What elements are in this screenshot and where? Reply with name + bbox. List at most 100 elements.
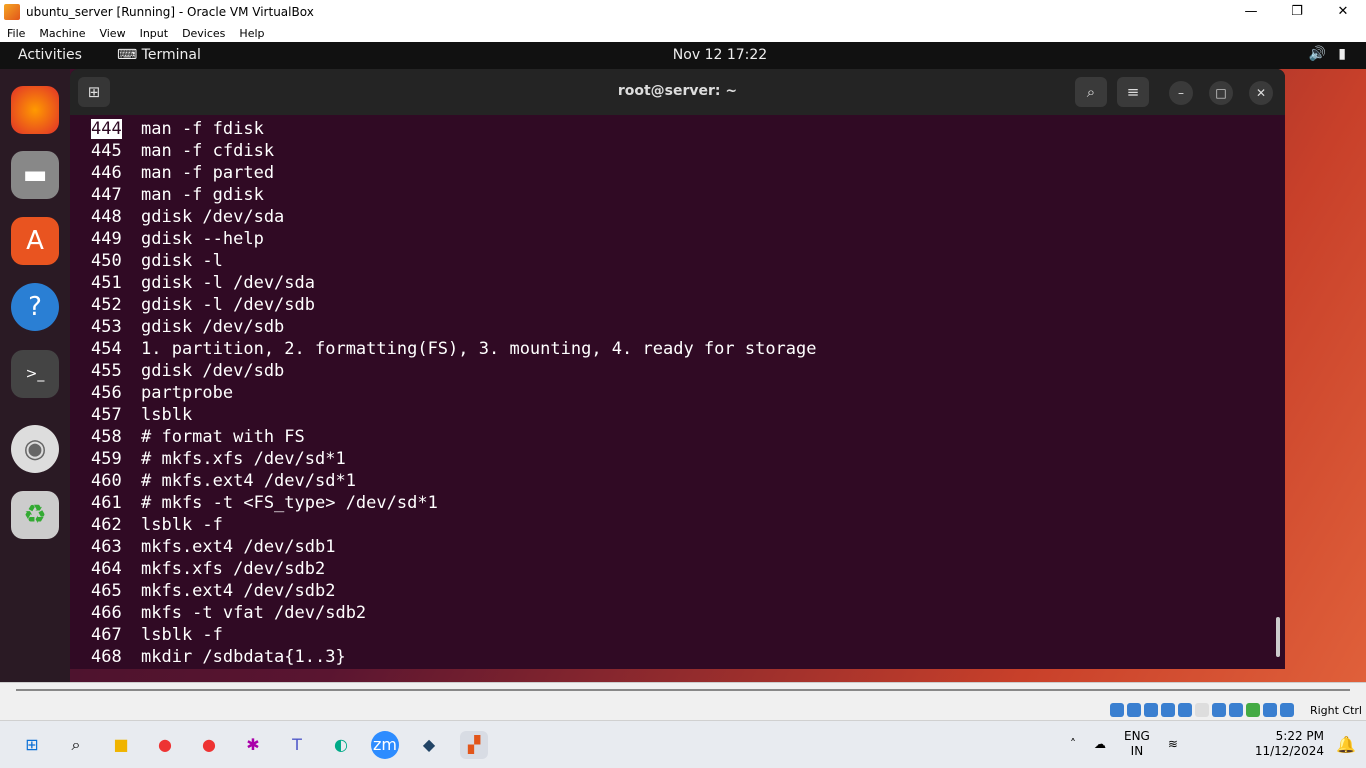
menu-input[interactable]: Input [133, 27, 175, 40]
chrome-profile-icon[interactable]: ● [195, 731, 223, 759]
scrollbar[interactable] [1276, 617, 1280, 657]
history-line: 455 gdisk /dev/sdb [91, 360, 1285, 382]
windows-taskbar: ⊞ ⌕ ■ ● ● ✱ T ◐ zm ◆ ▞ ˄ ☁ ENG IN ≋ 5:22 … [0, 720, 1366, 768]
menu-help[interactable]: Help [232, 27, 271, 40]
virtualbox-manager-icon[interactable]: ◆ [415, 731, 443, 759]
disc-icon[interactable]: ◉ [11, 425, 59, 473]
notification-icon[interactable]: 🔔 [1332, 731, 1360, 759]
line-number-text: 458 [91, 427, 122, 447]
line-number-text: 453 [91, 317, 122, 337]
line-number-text: 467 [91, 625, 122, 645]
line-number: 453 [91, 316, 141, 338]
command-text: gdisk /dev/sdb [141, 361, 285, 381]
command-text: gdisk -l [141, 251, 223, 271]
line-number-text: 464 [91, 559, 122, 579]
chrome-icon[interactable]: ● [151, 731, 179, 759]
line-number: 451 [91, 272, 141, 294]
history-line: 460 # mkfs.ext4 /dev/sd*1 [91, 470, 1285, 492]
trash-icon[interactable]: ♻ [11, 491, 59, 539]
line-number: 461 [91, 492, 141, 514]
history-line: 462 lsblk -f [91, 514, 1285, 536]
dock: ▬ A ? >_ ◉ ♻ [0, 69, 70, 682]
line-number-text: 462 [91, 515, 122, 535]
host-key-label: Right Ctrl [1309, 704, 1362, 717]
command-text: gdisk -l /dev/sda [141, 273, 315, 293]
history-line: 453 gdisk /dev/sdb [91, 316, 1285, 338]
maximize-button[interactable]: ❐ [1274, 0, 1320, 24]
command-text: lsblk -f [141, 515, 223, 535]
line-number-text: 447 [91, 185, 122, 205]
menu-file[interactable]: File [0, 27, 32, 40]
history-line: 448 gdisk /dev/sda [91, 206, 1285, 228]
wifi-icon[interactable]: ≋ [1168, 737, 1178, 751]
hamburger-menu-icon[interactable]: ≡ [1117, 77, 1149, 107]
clock[interactable]: Nov 12 17:22 [0, 47, 1366, 63]
language-indicator[interactable]: ENG IN [1124, 729, 1150, 759]
terminal-icon[interactable]: >_ [11, 350, 59, 398]
history-line: 466 mkfs -t vfat /dev/sdb2 [91, 602, 1285, 624]
search-icon[interactable]: ⌕ [62, 731, 90, 759]
line-number: 447 [91, 184, 141, 206]
history-line: 452 gdisk -l /dev/sdb [91, 294, 1285, 316]
command-text: # mkfs.ext4 /dev/sd*1 [141, 471, 356, 491]
menu-machine[interactable]: Machine [32, 27, 92, 40]
close-icon[interactable]: ✕ [1249, 81, 1273, 105]
window-title: ubuntu_server [Running] - Oracle VM Virt… [26, 5, 314, 19]
terminal-output[interactable]: 444 man -f fdisk 445 man -f cfdisk 446 man -f… [70, 115, 1285, 668]
region: IN [1130, 744, 1144, 758]
app-center-icon[interactable]: A [11, 217, 59, 265]
search-icon[interactable]: ⌕ [1075, 77, 1107, 107]
line-number-text: 451 [91, 273, 122, 293]
command-text: man -f gdisk [141, 185, 264, 205]
lang: ENG [1124, 729, 1150, 743]
history-line: 465 mkfs.ext4 /dev/sdb2 [91, 580, 1285, 602]
menu-view[interactable]: View [92, 27, 132, 40]
maximize-icon[interactable]: □ [1209, 81, 1233, 105]
line-number-text: 448 [91, 207, 122, 227]
files-icon[interactable]: ▬ [11, 151, 59, 199]
terminal-window[interactable]: ⊞ root@server: ~ ⌕ ≡ – □ ✕ 444 man -f fdi… [70, 69, 1285, 669]
edge-icon[interactable]: ◐ [327, 731, 355, 759]
line-number-text: 452 [91, 295, 122, 315]
onedrive-offline-icon[interactable]: ☁ [1094, 737, 1106, 751]
battery-icon: ▮ [1338, 46, 1346, 62]
line-number-text: 445 [91, 141, 122, 161]
line-number: 452 [91, 294, 141, 316]
virtualbox-icon [4, 4, 20, 20]
history-line: 458 # format with FS [91, 426, 1285, 448]
line-number-text: 457 [91, 405, 122, 425]
minimize-button[interactable]: — [1228, 0, 1274, 24]
command-text: man -f parted [141, 163, 275, 183]
command-text: gdisk /dev/sda [141, 207, 285, 227]
line-number: 468 [91, 646, 141, 668]
teams-icon[interactable]: T [283, 731, 311, 759]
date: 11/12/2024 [1254, 744, 1324, 758]
command-text: gdisk -l /dev/sdb [141, 295, 315, 315]
system-tray[interactable]: 🔊 ▮ [1309, 46, 1346, 62]
line-number: 467 [91, 624, 141, 646]
line-number: 454 [91, 338, 141, 360]
slack-icon[interactable]: ✱ [239, 731, 267, 759]
vbox-device-icons[interactable] [1110, 703, 1294, 717]
line-number: 459 [91, 448, 141, 470]
system-tray[interactable]: ˄ ☁ ENG IN ≋ [1070, 729, 1178, 759]
history-line: 461 # mkfs -t <FS_type> /dev/sd*1 [91, 492, 1285, 514]
line-number: 464 [91, 558, 141, 580]
command-text: lsblk -f [141, 625, 223, 645]
command-text: # mkfs -t <FS_type> /dev/sd*1 [141, 493, 438, 513]
minimize-icon[interactable]: – [1169, 81, 1193, 105]
menu-devices[interactable]: Devices [175, 27, 232, 40]
file-explorer-icon[interactable]: ■ [107, 731, 135, 759]
close-button[interactable]: ✕ [1320, 0, 1366, 24]
history-line: 445 man -f cfdisk [91, 140, 1285, 162]
help-icon[interactable]: ? [11, 283, 59, 331]
zoom-icon[interactable]: zm [371, 731, 399, 759]
taskbar-clock[interactable]: 5:22 PM 11/12/2024 [1255, 729, 1324, 759]
start-icon[interactable]: ⊞ [18, 731, 46, 759]
virtualbox-vm-icon[interactable]: ▞ [460, 731, 488, 759]
chevron-up-icon[interactable]: ˄ [1070, 737, 1076, 751]
vm-display[interactable]: Activities ⌨ Terminal Nov 12 17:22 🔊 ▮ ▬ … [0, 42, 1366, 682]
firefox-icon[interactable] [11, 86, 59, 134]
command-text: man -f fdisk [141, 119, 264, 139]
history-line: 459 # mkfs.xfs /dev/sd*1 [91, 448, 1285, 470]
